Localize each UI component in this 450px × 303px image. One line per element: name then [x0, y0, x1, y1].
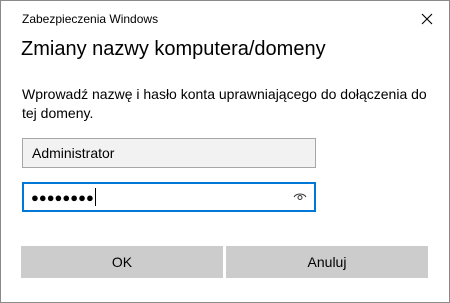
title-bar: Zabezpieczenia Windows — [1, 1, 449, 35]
close-button[interactable] — [411, 6, 443, 32]
username-value: Administrator — [32, 145, 115, 161]
close-icon — [421, 13, 433, 25]
username-field[interactable]: Administrator — [22, 138, 316, 168]
cancel-button[interactable]: Anuluj — [226, 246, 428, 278]
text-caret — [94, 188, 96, 206]
dialog-heading: Zmiany nazwy komputera/domeny — [21, 38, 326, 60]
ok-button[interactable]: OK — [21, 246, 223, 278]
password-masked-value: ●●●●●●●● — [31, 189, 94, 205]
eye-icon[interactable] — [293, 191, 307, 203]
password-field[interactable]: ●●●●●●●● — [22, 182, 316, 212]
credential-dialog: Zabezpieczenia Windows Zmiany nazwy komp… — [0, 0, 450, 303]
window-title: Zabezpieczenia Windows — [22, 12, 159, 26]
dialog-message: Wprowadź nazwę i hasło konta uprawniając… — [22, 86, 427, 121]
